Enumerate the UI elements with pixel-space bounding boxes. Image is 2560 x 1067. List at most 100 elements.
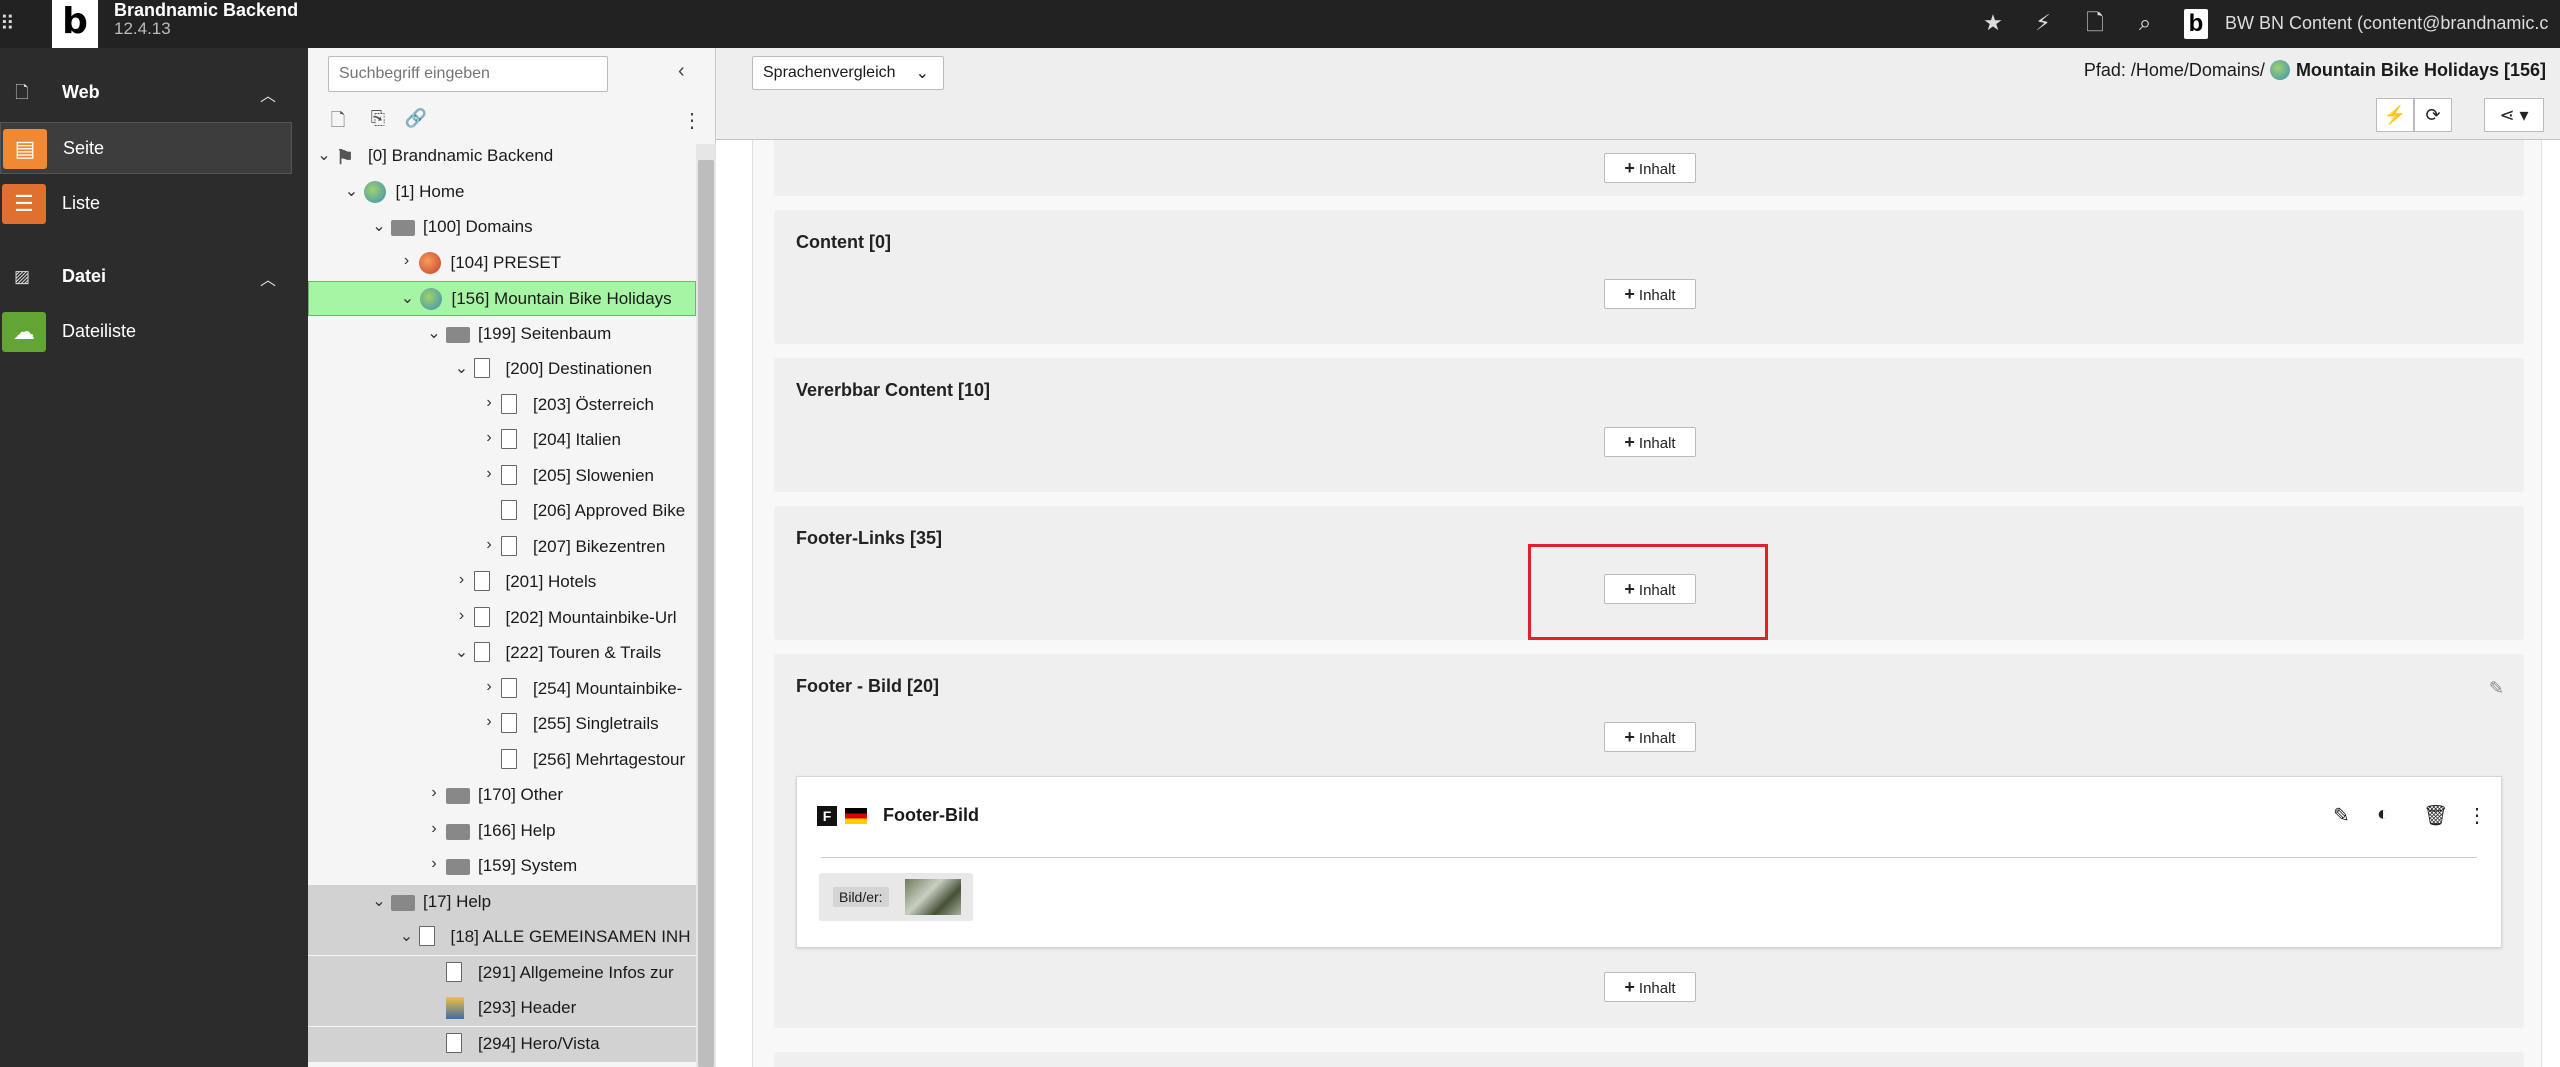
tree-node[interactable]: ⌄ [100] Domains (308, 210, 696, 245)
page-icon (473, 571, 490, 591)
tree-node[interactable]: [256] Mehrtagestour (308, 743, 696, 778)
edit-column-icon[interactable]: ✎ (2489, 678, 2504, 699)
tree-node[interactable]: › [204] Italien (308, 423, 696, 458)
logo[interactable]: b (52, 0, 98, 48)
add-content-button[interactable]: + Inhalt (1604, 722, 1696, 752)
content-element-title: Footer-Bild (883, 805, 979, 825)
chevron-right-icon[interactable]: › (481, 536, 497, 554)
add-content-button[interactable]: + Inhalt (1604, 279, 1696, 309)
module-group-web[interactable]: 🗋 Web ︿ (0, 68, 308, 118)
tree-node[interactable]: ⌄ [156] Mountain Bike Holidays (308, 281, 696, 316)
tree-node[interactable]: ⌄ [200] Destinationen (308, 352, 696, 387)
more-icon[interactable]: ⋮ (682, 108, 702, 133)
module-item-liste[interactable]: ☰ Liste (0, 178, 292, 230)
chevron-down-icon[interactable]: ⌄ (371, 216, 387, 236)
toggle-icon[interactable]: ◐ (2377, 803, 2389, 826)
collapse-tree-icon[interactable]: ‹ (678, 60, 685, 83)
tree-node[interactable]: › [201] Hotels (308, 565, 696, 600)
chevron-right-icon[interactable]: › (426, 784, 442, 802)
tree-node[interactable]: [293] Header (308, 991, 696, 1026)
tree-node[interactable]: › [254] Mountainbike- (308, 672, 696, 707)
star-icon[interactable]: ★ (1975, 6, 2011, 42)
bolt-icon[interactable]: ⚡ (2025, 6, 2061, 42)
chevron-right-icon[interactable]: › (481, 394, 497, 412)
tree-node[interactable]: › [255] Singletrails (308, 707, 696, 742)
page-content-icon[interactable]: ⎘ (366, 108, 390, 132)
chevron-down-icon[interactable]: ⌄ (426, 323, 442, 343)
page-icon (473, 358, 490, 378)
tree-node[interactable]: › [205] Slowenien (308, 459, 696, 494)
page-icon (418, 926, 435, 946)
document-icon[interactable]: 🗋 (2077, 6, 2113, 42)
tree-node[interactable]: [294] Hero/Vista (308, 1026, 696, 1062)
tree-node[interactable]: ⌄ [1] Home (308, 175, 696, 210)
chevron-down-icon[interactable]: ⌄ (400, 288, 416, 308)
tree-node[interactable]: › [159] System (308, 849, 696, 884)
page-module-icon: ▤ (3, 129, 47, 169)
chevron-down-icon[interactable]: ⌄ (371, 891, 387, 911)
chevron-right-icon[interactable]: › (481, 713, 497, 731)
tree-node[interactable]: › [170] Other (308, 778, 696, 813)
tree-node[interactable]: › [203] Österreich (308, 388, 696, 423)
link-icon[interactable]: 🔗 (404, 108, 428, 132)
tree-node[interactable]: › [207] Bikezentren (308, 530, 696, 565)
app-version: 12.4.13 (114, 19, 171, 38)
reload-button[interactable]: ⟳ (2414, 98, 2452, 132)
chevron-down-icon[interactable]: ⌄ (399, 926, 415, 946)
search-icon[interactable]: ⌕ (2127, 6, 2163, 42)
chevron-right-icon[interactable]: › (454, 607, 470, 625)
tree-node-label: [100] Domains (423, 217, 533, 236)
chevron-down-icon[interactable]: ⌄ (316, 145, 332, 165)
chevron-right-icon[interactable]: › (454, 571, 470, 589)
tree-search-input[interactable] (328, 56, 608, 92)
chevron-down-icon[interactable]: ⌄ (344, 181, 360, 201)
module-group-label: Web (62, 82, 100, 102)
chevron-down-icon[interactable]: ⌄ (454, 642, 470, 662)
tree-node[interactable]: ⌄ [199] Seitenbaum (308, 317, 696, 352)
tree-scrollbar-thumb[interactable] (698, 160, 714, 1067)
more-icon[interactable]: ⋮ (2467, 803, 2487, 828)
tree-node[interactable]: ⌄ [222] Touren & Trails (308, 636, 696, 671)
chevron-right-icon[interactable]: › (481, 678, 497, 696)
tree-node-label: [203] Österreich (533, 394, 654, 414)
path-page: Mountain Bike Holidays [156] (2295, 60, 2546, 80)
chevron-right-icon[interactable]: › (481, 429, 497, 447)
tree-node[interactable]: [206] Approved Bike (308, 494, 696, 529)
chevron-up-icon: ︿ (259, 88, 276, 105)
tree-node[interactable]: › [202] Mountainbike-Url (308, 601, 696, 636)
chevron-right-icon[interactable]: › (426, 820, 442, 838)
tree-node[interactable]: ⌄ ⚑ [0] Brandnamic Backend (308, 144, 696, 174)
chevron-right-icon[interactable]: › (426, 855, 442, 873)
module-item-label: Seite (63, 138, 105, 158)
column-title: Footer-Links [35] (796, 528, 943, 548)
user-avatar[interactable]: b (2184, 9, 2208, 39)
image-thumbnail[interactable] (905, 879, 961, 915)
pencil-icon[interactable]: ✎ (2333, 803, 2350, 828)
add-content-button[interactable]: + Inhalt (1604, 427, 1696, 457)
user-label[interactable]: BW BN Content (content@brandnamic.c (2225, 13, 2548, 34)
tree-node[interactable]: ⌄ [18] ALLE GEMEINSAMEN INH (308, 920, 696, 955)
add-content-button[interactable]: + Inhalt (1604, 153, 1696, 183)
add-content-button[interactable]: + Inhalt (1604, 972, 1696, 1002)
page-icon (446, 1032, 462, 1053)
module-item-dateiliste[interactable]: ☁ Dateiliste (0, 306, 292, 358)
language-select[interactable]: Sprachenvergleich ⌄ (752, 56, 944, 90)
folder-icon (446, 823, 470, 840)
trash-icon[interactable]: 🗑 (2423, 803, 2448, 828)
app-menu-icon[interactable]: ⠿ (0, 12, 22, 36)
chevron-down-icon[interactable]: ⌄ (454, 358, 470, 378)
new-page-icon[interactable]: 🗋 (326, 108, 350, 132)
breadcrumb: Pfad: /Home/Domains/ Mountain Bike Holid… (2084, 60, 2546, 81)
tree-node[interactable]: › [104] PRESET (308, 246, 696, 281)
tree-node[interactable]: › [166] Help (308, 814, 696, 849)
module-group-datei[interactable]: ▨ Datei ︿ (0, 252, 308, 302)
header-icon (446, 997, 464, 1019)
clear-cache-button[interactable]: ⚡ (2376, 98, 2414, 132)
tree-node[interactable]: [291] Allgemeine Infos zur (308, 955, 696, 991)
tree-list: ⌄ ⚑ [0] Brandnamic Backend ⌄ [1] Home ⌄ [100] … (308, 144, 696, 1067)
tree-node[interactable]: ⌄ [17] Help (308, 884, 696, 920)
share-button[interactable]: ⋖ ▾ (2484, 98, 2544, 132)
chevron-right-icon[interactable]: › (481, 465, 497, 483)
module-item-seite[interactable]: ▤ Seite (0, 122, 292, 174)
chevron-right-icon[interactable]: › (399, 252, 415, 270)
